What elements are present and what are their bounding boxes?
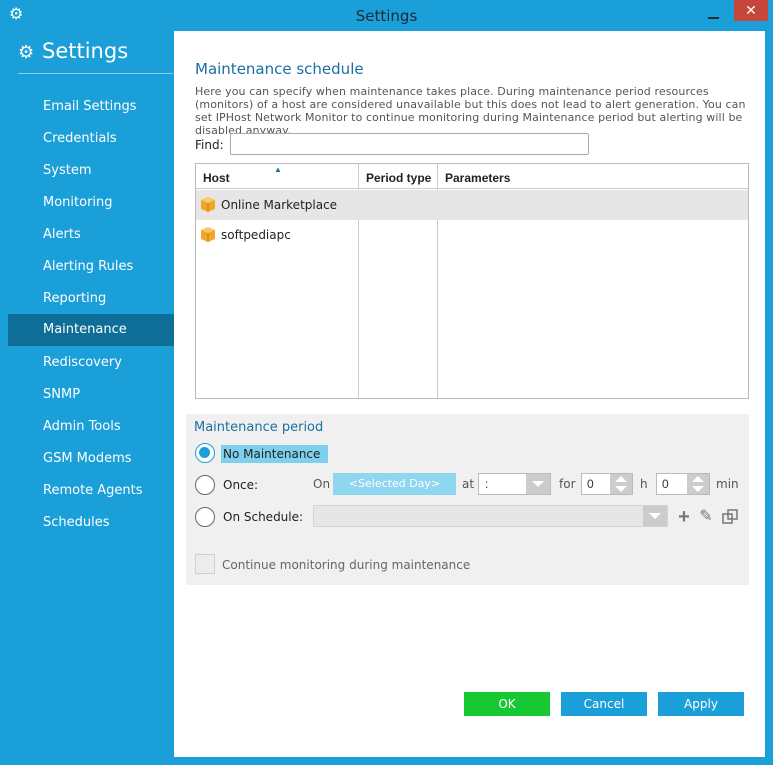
find-label: Find:: [195, 138, 224, 152]
ok-button[interactable]: OK: [464, 692, 550, 716]
sidebar-item-monitoring[interactable]: Monitoring: [8, 187, 174, 219]
host-cell: Online Marketplace: [221, 198, 338, 212]
sidebar-item-system[interactable]: System: [8, 155, 174, 187]
chevron-down-icon[interactable]: [692, 486, 704, 492]
column-period-type[interactable]: Period type: [366, 171, 431, 185]
continue-monitoring-checkbox[interactable]: [195, 554, 215, 574]
sidebar-item-admin-tools[interactable]: Admin Tools: [8, 411, 174, 443]
on-schedule-radio[interactable]: [195, 507, 215, 527]
stepper-buttons[interactable]: [687, 474, 709, 494]
host-box-icon: [201, 227, 215, 242]
sidebar-divider: [18, 73, 173, 74]
sidebar-item-snmp[interactable]: SNMP: [8, 379, 174, 411]
maintenance-period-title: Maintenance period: [194, 420, 324, 435]
sidebar-item-reporting[interactable]: Reporting: [8, 283, 174, 315]
hours-stepper[interactable]: 0: [581, 473, 633, 495]
sidebar-item-alerts[interactable]: Alerts: [8, 219, 174, 251]
continue-monitoring-label[interactable]: Continue monitoring during maintenance: [222, 558, 470, 572]
time-select[interactable]: :: [478, 473, 551, 495]
add-icon[interactable]: +: [676, 507, 692, 527]
chevron-down-icon[interactable]: [643, 506, 667, 526]
content-panel: Maintenance schedule Here you can specif…: [174, 31, 765, 757]
sidebar-item-gsm-modems[interactable]: GSM Modems: [8, 443, 174, 475]
stepper-buttons[interactable]: [610, 474, 632, 494]
close-button[interactable]: ✕: [734, 0, 768, 21]
selected-day-button[interactable]: <Selected Day>: [333, 473, 456, 495]
sidebar-item-email-settings[interactable]: Email Settings: [8, 91, 174, 123]
sidebar-item-maintenance[interactable]: Maintenance: [8, 314, 174, 346]
host-box-icon: [201, 197, 215, 212]
find-input[interactable]: [230, 133, 589, 155]
minutes-stepper[interactable]: 0: [656, 473, 710, 495]
host-cell: softpediapc: [221, 228, 291, 242]
cancel-button[interactable]: Cancel: [561, 692, 647, 716]
sidebar-item-remote-agents[interactable]: Remote Agents: [8, 475, 174, 507]
table-row[interactable]: Online Marketplace: [196, 190, 748, 220]
page-description: Here you can specify when maintenance ta…: [195, 85, 746, 137]
maintenance-period-panel: Maintenance period No Maintenance Once: …: [186, 414, 749, 585]
sidebar-item-schedules[interactable]: Schedules: [8, 507, 174, 539]
chevron-up-icon[interactable]: [692, 476, 704, 482]
chevron-down-icon[interactable]: [615, 486, 627, 492]
minutes-label: min: [716, 477, 739, 491]
page-title: Maintenance schedule: [195, 60, 364, 78]
copy-icon[interactable]: [722, 509, 738, 525]
on-schedule-label[interactable]: On Schedule:: [223, 510, 303, 524]
for-label: for: [559, 477, 576, 491]
edit-icon[interactable]: ✎: [698, 509, 714, 525]
hours-label: h: [640, 477, 648, 491]
minimize-button[interactable]: [706, 8, 722, 22]
on-label: On: [313, 477, 331, 491]
no-maintenance-radio[interactable]: [195, 443, 215, 463]
time-value: :: [485, 477, 489, 491]
chevron-down-icon[interactable]: [526, 474, 550, 494]
table-header: ▲ Host Period type Parameters: [196, 164, 748, 189]
schedule-select[interactable]: [313, 505, 668, 527]
once-radio[interactable]: [195, 475, 215, 495]
sidebar-header: ⚙ Settings: [18, 39, 128, 63]
at-label: at: [462, 477, 475, 491]
hosts-table: ▲ Host Period type Parameters Online Mar…: [195, 163, 749, 399]
chevron-up-icon[interactable]: [615, 476, 627, 482]
no-maintenance-label[interactable]: No Maintenance: [221, 445, 329, 463]
column-parameters[interactable]: Parameters: [445, 171, 510, 185]
title-bar: ⚙ Settings ✕: [0, 0, 773, 31]
sort-up-icon: ▲: [274, 165, 282, 174]
hours-value: 0: [587, 477, 594, 491]
sidebar-title: Settings: [42, 39, 129, 63]
sidebar: ⚙ Settings Email Settings Credentials Sys…: [8, 31, 174, 757]
column-host[interactable]: Host: [203, 171, 230, 185]
table-row[interactable]: softpediapc: [196, 220, 748, 250]
minutes-value: 0: [662, 477, 669, 491]
gear-icon: ⚙: [18, 42, 35, 63]
window-title: Settings: [355, 7, 418, 25]
sidebar-item-credentials[interactable]: Credentials: [8, 123, 174, 155]
sidebar-item-alerting-rules[interactable]: Alerting Rules: [8, 251, 174, 283]
sidebar-item-rediscovery[interactable]: Rediscovery: [8, 347, 174, 379]
once-label[interactable]: Once:: [223, 478, 258, 492]
apply-button[interactable]: Apply: [658, 692, 744, 716]
